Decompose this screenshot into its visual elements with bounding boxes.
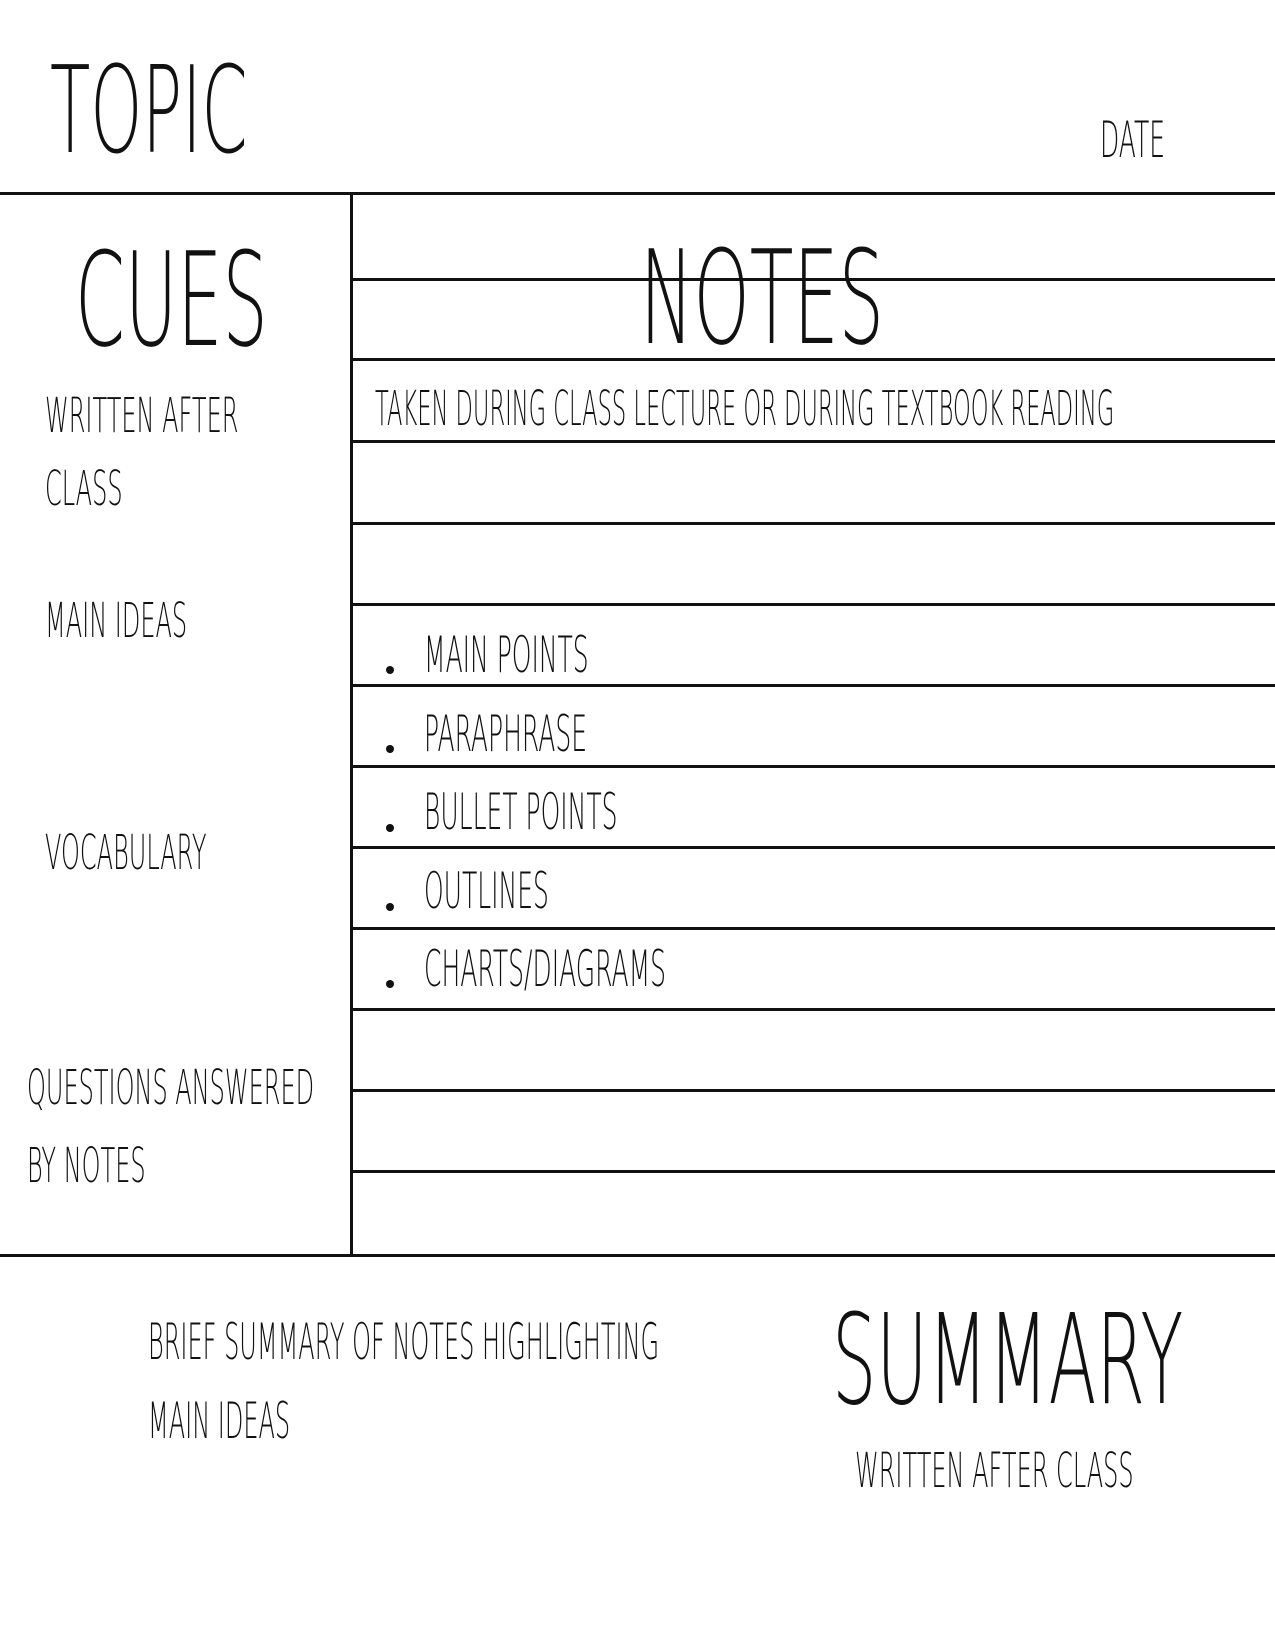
cues-item: QUESTIONS ANSWERED: [27, 1060, 315, 1116]
bullet-dot: [386, 824, 394, 832]
cues-item: BY NOTES: [27, 1138, 146, 1194]
notes-rule: [352, 927, 1275, 930]
notes-rule: [352, 765, 1275, 768]
notes-rule: [352, 1170, 1275, 1173]
summary-subtitle: WRITTEN AFTER CLASS: [855, 1443, 1134, 1499]
notes-bullet: MAIN POINTS: [424, 626, 589, 684]
notes-rule: [352, 440, 1275, 443]
notes-bullet: OUTLINES: [424, 862, 549, 920]
summary-description: MAIN IDEAS: [148, 1392, 291, 1450]
cues-item: VOCABULARY: [45, 825, 207, 881]
bullet-dot: [386, 980, 394, 988]
notes-bullet: CHARTS/DIAGRAMS: [424, 940, 667, 998]
notes-rule: [352, 603, 1275, 606]
notes-rule: [352, 1089, 1275, 1092]
header-divider: [0, 192, 1275, 195]
summary-title: SUMMARY: [832, 1288, 1184, 1433]
notes-bullet: PARAPHRASE: [424, 705, 588, 763]
notes-description: TAKEN DURING CLASS LECTURE OR DURING TEX…: [375, 381, 1115, 437]
cues-item: MAIN IDEAS: [45, 593, 188, 649]
bullet-dot: [386, 745, 394, 753]
summary-divider: [0, 1254, 1275, 1257]
topic-label: TOPIC: [50, 42, 248, 181]
summary-description: BRIEF SUMMARY OF NOTES HIGHLIGHTING: [148, 1313, 660, 1371]
notes-rule: [352, 684, 1275, 687]
notes-rule: [352, 522, 1275, 525]
cues-item: WRITTEN AFTER: [45, 388, 239, 444]
cues-item: CLASS: [45, 461, 123, 517]
notes-bullet: BULLET POINTS: [424, 783, 618, 841]
cues-title: CUES: [75, 224, 268, 376]
notes-title: NOTES: [640, 222, 885, 374]
bullet-dot: [386, 903, 394, 911]
notes-rule: [352, 1008, 1275, 1011]
bullet-dot: [386, 666, 394, 674]
column-divider: [350, 192, 353, 1254]
notes-rule: [352, 846, 1275, 849]
date-label: DATE: [1100, 111, 1166, 169]
